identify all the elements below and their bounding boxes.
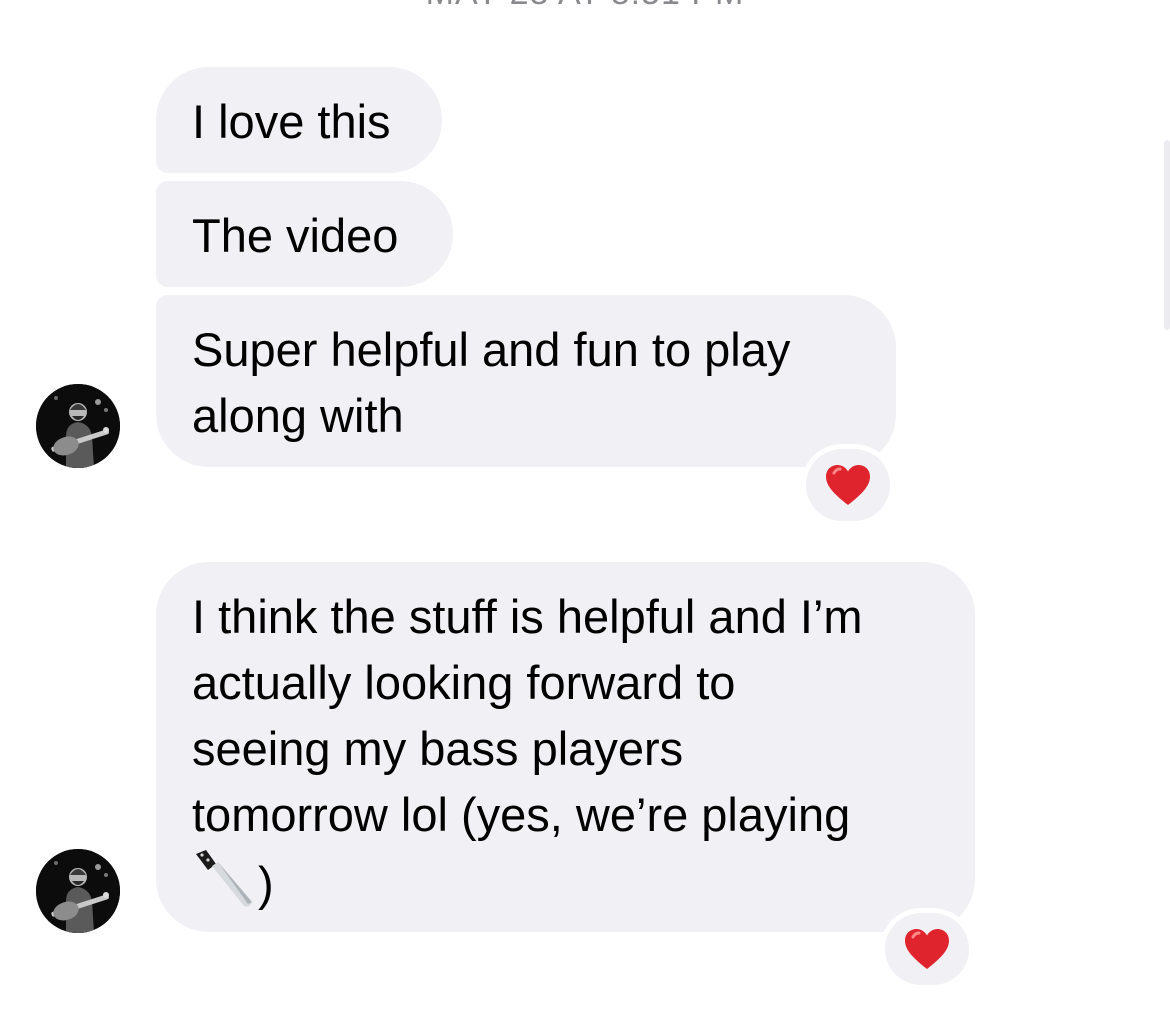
message-bubble[interactable]: I think the stuff is helpful and I’m act… (156, 562, 975, 932)
scrollbar[interactable] (1164, 140, 1170, 330)
heart-icon (905, 929, 949, 969)
message-bubble[interactable]: I love this (156, 67, 442, 173)
message-reaction[interactable] (806, 449, 890, 521)
message-text-last-line: ) (192, 848, 939, 917)
message-reaction[interactable] (885, 913, 969, 985)
avatar-bass-player-photo (36, 849, 120, 933)
sender-avatar[interactable] (36, 384, 120, 468)
message-text: along with (192, 389, 404, 442)
avatar-bass-player-photo (36, 384, 120, 468)
message-text-suffix: ) (258, 857, 274, 910)
message-bubble[interactable]: The video (156, 181, 453, 287)
message-text: seeing my bass players (192, 722, 684, 775)
message-text: actually looking forward to (192, 656, 736, 709)
message-text: Super helpful and fun to play (192, 323, 791, 376)
thread-timestamp: MAY 28 AT 8:51 PM (0, 0, 1170, 13)
message-text: I think the stuff is helpful and I’m (192, 590, 863, 643)
message-text: I love this (192, 95, 391, 148)
heart-icon (826, 465, 870, 505)
message-bubble[interactable]: Super helpful and fun to play along with (156, 295, 896, 467)
message-text: The video (192, 209, 399, 262)
message-text: tomorrow lol (yes, we’re playing (192, 788, 851, 841)
sender-avatar[interactable] (36, 849, 120, 933)
knife-icon (196, 850, 252, 907)
